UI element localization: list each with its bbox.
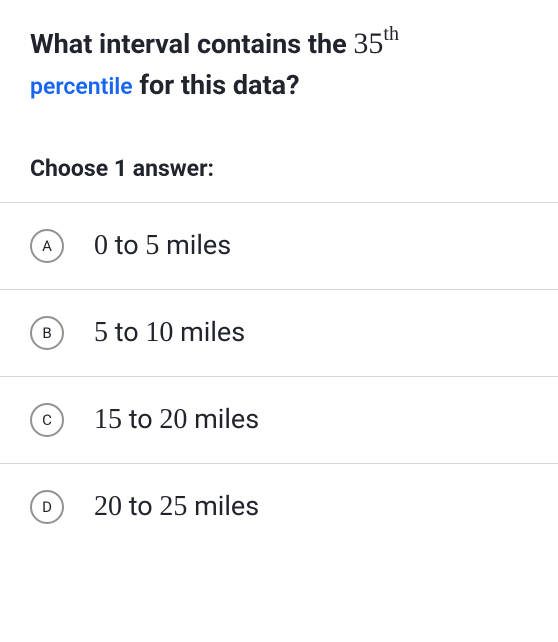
option-c-n1: 15 <box>94 404 122 435</box>
option-text-c: 15 to 20 miles <box>94 403 259 436</box>
option-d-unit: miles <box>187 490 259 522</box>
option-d-n2: 25 <box>159 491 187 522</box>
option-c-mid: to <box>122 403 159 435</box>
option-a-mid: to <box>108 229 145 261</box>
radio-circle-c[interactable]: C <box>30 403 64 437</box>
choose-label: Choose 1 answer: <box>0 105 558 202</box>
option-c-unit: miles <box>187 403 259 435</box>
option-b[interactable]: B 5 to 10 miles <box>0 290 558 377</box>
option-a-n1: 0 <box>94 230 108 261</box>
option-d-n1: 20 <box>94 491 122 522</box>
question-prefix: What interval contains the <box>30 28 353 60</box>
percentile-link[interactable]: percentile <box>30 73 133 100</box>
question-superscript: th <box>383 23 399 45</box>
question-number: 35 <box>353 27 383 60</box>
question-suffix: for this data? <box>133 69 300 101</box>
option-b-n2: 10 <box>145 317 173 348</box>
question-block: What interval contains the 35th percenti… <box>0 0 558 105</box>
options-list: A 0 to 5 miles B 5 to 10 miles C 15 to 2… <box>0 202 558 550</box>
option-text-d: 20 to 25 miles <box>94 490 259 523</box>
radio-circle-b[interactable]: B <box>30 316 64 350</box>
option-b-unit: miles <box>173 316 245 348</box>
radio-letter-d: D <box>42 498 52 516</box>
option-text-b: 5 to 10 miles <box>94 316 245 349</box>
option-c-n2: 20 <box>159 404 187 435</box>
radio-circle-d[interactable]: D <box>30 490 64 524</box>
question-text: What interval contains the 35th percenti… <box>30 22 528 105</box>
option-a-n2: 5 <box>145 230 159 261</box>
option-a-unit: miles <box>159 229 231 261</box>
option-text-a: 0 to 5 miles <box>94 229 231 262</box>
option-d[interactable]: D 20 to 25 miles <box>0 464 558 550</box>
radio-letter-a: A <box>42 237 52 255</box>
radio-circle-a[interactable]: A <box>30 229 64 263</box>
radio-letter-c: C <box>42 411 52 429</box>
option-b-mid: to <box>108 316 145 348</box>
radio-letter-b: B <box>42 324 51 342</box>
option-b-n1: 5 <box>94 317 108 348</box>
option-d-mid: to <box>122 490 159 522</box>
option-c[interactable]: C 15 to 20 miles <box>0 377 558 464</box>
option-a[interactable]: A 0 to 5 miles <box>0 203 558 290</box>
